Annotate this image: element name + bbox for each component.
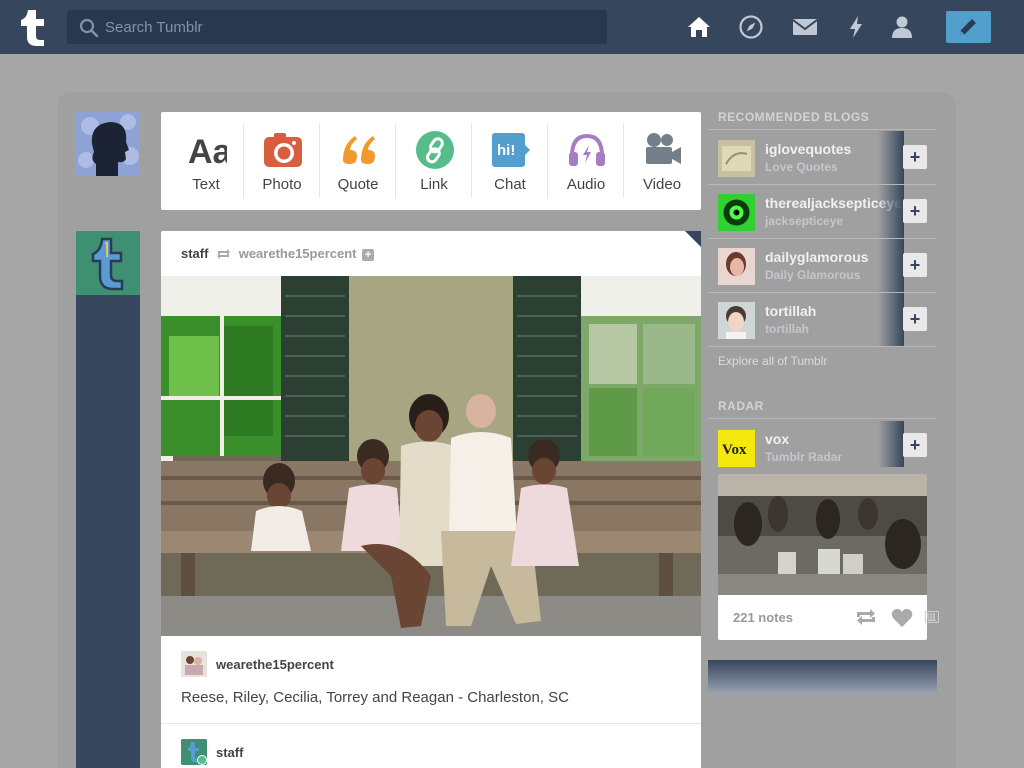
post-type-label: Chat xyxy=(494,176,526,193)
follow-blog-button[interactable]: + xyxy=(903,307,927,331)
text-icon: Aa xyxy=(188,133,227,170)
post-type-label: Photo xyxy=(262,176,302,193)
follow-blog-button[interactable]: + xyxy=(903,145,927,169)
reblogged-from-link[interactable]: wearethe15percent xyxy=(239,246,357,261)
source-blog-avatar[interactable] xyxy=(181,651,207,677)
divider xyxy=(708,346,937,347)
recommended-blogs-title: RECOMMENDED BLOGS xyxy=(718,110,870,124)
follow-plus-icon[interactable]: + xyxy=(362,249,375,261)
post-type-chat[interactable]: hi! Chat xyxy=(472,112,548,210)
keyboard-shortcuts-icon[interactable] xyxy=(925,611,939,623)
trail-author-name[interactable]: staff xyxy=(216,745,243,760)
page-fold-icon xyxy=(685,231,701,247)
post-type-text[interactable]: Aa Text xyxy=(168,112,244,210)
post-type-link[interactable]: Link xyxy=(396,112,472,210)
post-author-link[interactable]: staff xyxy=(181,246,208,261)
divider xyxy=(708,129,937,130)
radar-post-image[interactable] xyxy=(718,474,927,595)
video-camera-icon xyxy=(646,133,681,164)
vox-logo: Vox xyxy=(718,430,755,467)
recommended-blog-item[interactable]: iglovequotes Love Quotes + xyxy=(708,131,937,185)
post-author-column xyxy=(76,231,140,768)
blog-shade xyxy=(878,131,904,185)
activity-lightning-icon[interactable] xyxy=(843,14,869,40)
compose-button[interactable] xyxy=(946,11,991,43)
blog-avatar xyxy=(718,194,755,231)
chat-bubble-icon: hi! xyxy=(492,133,530,167)
dashboard-post: staff wearethe15percent + wearethe15perc… xyxy=(161,231,701,768)
blog-avatar xyxy=(718,302,755,339)
explore-compass-icon[interactable] xyxy=(738,14,764,40)
home-icon[interactable] xyxy=(686,14,712,40)
post-type-audio[interactable]: Audio xyxy=(548,112,624,210)
search-box xyxy=(67,10,607,44)
svg-text:hi!: hi! xyxy=(497,142,515,159)
radar-post-card[interactable]: 221 notes xyxy=(718,474,927,640)
divider xyxy=(708,418,937,419)
recommended-blog-item[interactable]: tortillah tortillah + xyxy=(708,293,937,347)
note-count[interactable]: 221 notes xyxy=(733,610,793,625)
search-input[interactable] xyxy=(105,10,595,44)
blog-avatar xyxy=(718,140,755,177)
post-type-label: Text xyxy=(192,176,220,193)
post-type-label: Link xyxy=(420,176,448,193)
explore-all-link[interactable]: Explore all of Tumblr xyxy=(718,354,827,368)
blog-shade xyxy=(878,185,904,239)
quote-icon xyxy=(343,136,375,164)
reblog-icon xyxy=(217,249,231,259)
post-type-video[interactable]: Video xyxy=(624,112,700,210)
staff-avatar[interactable] xyxy=(76,231,140,295)
search-icon xyxy=(79,18,99,38)
staff-mini-avatar[interactable] xyxy=(181,739,207,765)
blog-title: Daily Glamorous xyxy=(765,268,861,282)
svg-text:Vox: Vox xyxy=(722,442,747,458)
follow-blog-button[interactable]: + xyxy=(903,199,927,223)
audio-headphones-icon xyxy=(569,133,605,166)
blog-shade xyxy=(878,239,904,293)
blog-title: jacksepticeye xyxy=(765,214,844,228)
inbox-mail-icon[interactable] xyxy=(792,14,818,40)
post-type-label: Video xyxy=(642,176,682,193)
reblog-icon[interactable] xyxy=(855,608,877,626)
like-heart-icon[interactable] xyxy=(891,608,913,628)
tumblr-logo-icon[interactable] xyxy=(15,7,51,47)
radar-title: RADAR xyxy=(718,399,764,413)
post-type-quote[interactable]: Quote xyxy=(320,112,396,210)
blog-title: Love Quotes xyxy=(765,160,838,174)
compose-pencil-icon xyxy=(960,19,976,35)
top-navigation-bar xyxy=(0,0,1024,54)
user-avatar[interactable] xyxy=(76,112,140,176)
radar-blog-item[interactable]: Vox vox Tumblr Radar + xyxy=(708,421,937,469)
source-blog-name[interactable]: wearethe15percent xyxy=(216,657,334,672)
post-type-photo[interactable]: Photo xyxy=(244,112,320,210)
post-type-composer: Aa Text Photo Quote Link hi! Chat Audio … xyxy=(161,112,701,210)
follow-blog-button[interactable]: + xyxy=(903,253,927,277)
blog-shade xyxy=(878,421,904,467)
post-photo[interactable] xyxy=(161,276,701,636)
link-icon xyxy=(416,131,454,169)
post-type-label: Audio xyxy=(566,176,606,193)
radar-blog-subtitle: Tumblr Radar xyxy=(765,450,843,464)
blog-title: tortillah xyxy=(765,322,809,336)
recommended-blog-item[interactable]: dailyglamorous Daily Glamorous + xyxy=(708,239,937,293)
blog-avatar xyxy=(718,248,755,285)
blog-shade xyxy=(878,293,904,347)
sidebar-bottom-banner xyxy=(708,660,937,694)
svg-text:Aa: Aa xyxy=(188,133,227,170)
photo-camera-icon xyxy=(264,133,302,167)
post-caption: Reese, Riley, Cecilia, Torrey and Reagan… xyxy=(181,689,569,706)
divider xyxy=(161,723,701,724)
follow-blog-button[interactable]: + xyxy=(903,433,927,457)
recommended-blog-item[interactable]: therealjacksepticeye jacksepticeye + xyxy=(708,185,937,239)
post-type-label: Quote xyxy=(337,176,379,193)
post-header: staff wearethe15percent + xyxy=(181,246,375,261)
account-person-icon[interactable] xyxy=(889,14,915,40)
